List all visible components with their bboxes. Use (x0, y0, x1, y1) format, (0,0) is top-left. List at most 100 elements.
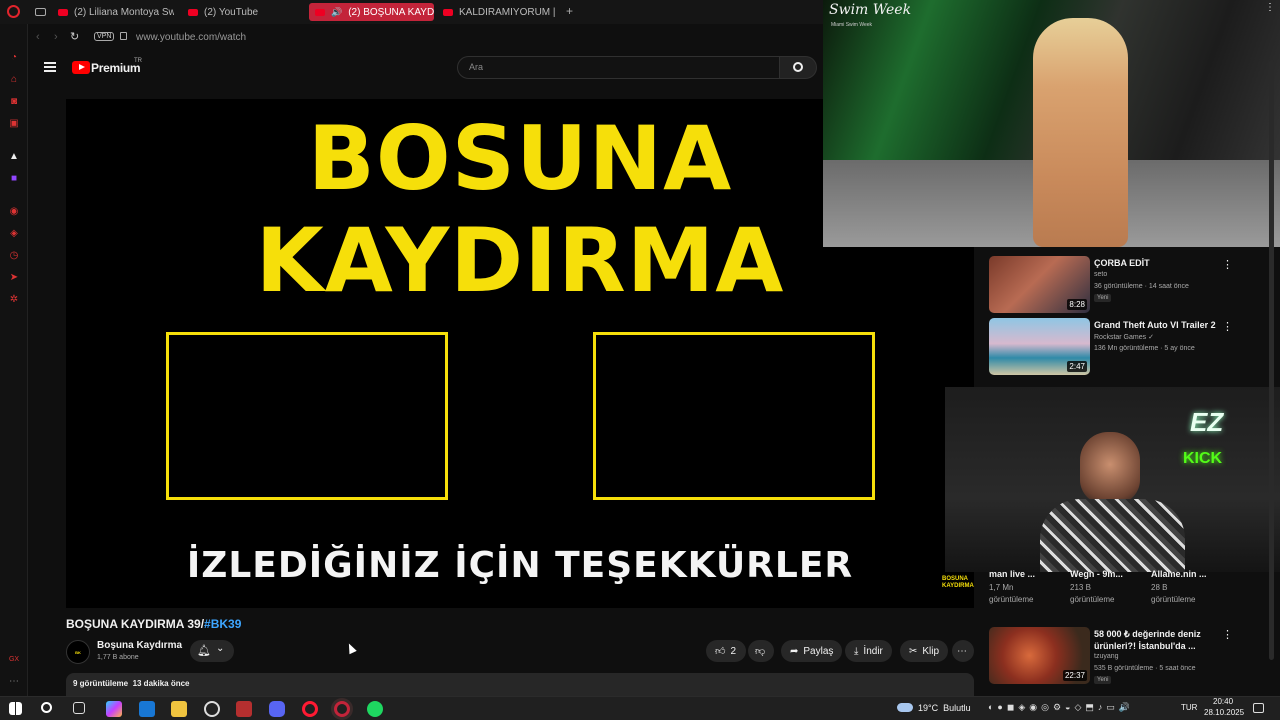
tiktok-icon[interactable]: ▲ (8, 151, 20, 163)
url-text[interactable]: www.youtube.com/watch (136, 32, 246, 43)
premium-logo[interactable]: Premium (91, 61, 141, 75)
youtube-icon (188, 8, 198, 16)
clip-button[interactable]: ✂ Klip (900, 640, 949, 662)
mail-icon[interactable]: ▣ (8, 118, 20, 130)
clock-date[interactable]: 28.10.2025 (1204, 708, 1244, 717)
shorts-title-1[interactable]: man live ... (989, 569, 1035, 579)
bell-icon: 🔔︎ (197, 645, 211, 657)
tray-icons[interactable]: ◐●◼◈◉◎⚙◒◇⬒♪▭🔊 (988, 702, 1134, 713)
aria-icon[interactable]: ◔ (8, 52, 20, 64)
more-actions-button[interactable]: ⋯ (952, 640, 974, 662)
weather-text[interactable]: 19°C Bulutlu (918, 703, 971, 713)
spotify-icon[interactable] (367, 701, 383, 717)
like-button[interactable]: 👍︎ 2 (706, 640, 746, 662)
related-thumb-2[interactable]: 2:47 (989, 318, 1090, 375)
related-thumb-3[interactable]: 22:37 (989, 627, 1090, 684)
kick-app-icon[interactable] (236, 701, 252, 717)
view-stats: 9 görüntüleme 13 dakika önce (73, 679, 190, 688)
share-button[interactable]: ➦ Paylaş (781, 640, 843, 662)
kick-neon-logo: KICK (1183, 450, 1223, 467)
more-icon: ⋯ (957, 645, 967, 657)
vpn-badge[interactable]: VPN (94, 32, 115, 41)
channel-watermark[interactable]: BOSUNA KAYDIRMA (942, 576, 974, 590)
task-view-icon[interactable] (73, 702, 85, 714)
thumbs-up-icon: 👍︎ (715, 646, 726, 657)
outlook-icon[interactable] (139, 701, 155, 717)
search-button[interactable] (779, 56, 817, 79)
channel-name[interactable]: Boşuna Kaydırma (97, 640, 182, 651)
related-title-3[interactable]: 58 000 ₺ değerinde deniz ürünleri?! İsta… (1094, 628, 1216, 652)
video-thanks-text: İZLEDİĞİNİZ İÇİN TEŞEKKÜRLER (186, 545, 854, 586)
tab-youtube[interactable]: (2) YouTube (182, 3, 302, 21)
opera-active-icon[interactable] (334, 701, 350, 717)
weather-icon[interactable] (897, 703, 913, 712)
notification-icon[interactable] (1253, 703, 1264, 713)
new-tab-button[interactable]: + (566, 5, 578, 17)
related-channel-2[interactable]: Rockstar Games ✓ (1094, 333, 1154, 341)
opera-logo-icon[interactable] (7, 5, 20, 18)
file-explorer-icon[interactable] (171, 701, 187, 717)
messenger-icon[interactable]: ◙ (8, 96, 20, 108)
shorts-title-2[interactable]: Wegn - 9m... (1070, 569, 1123, 579)
clock-time[interactable]: 20:40 (1213, 697, 1233, 706)
tab-kaldiramiyorum[interactable]: KALDIRAMIYORUM | Mad (437, 3, 557, 21)
scrollbar[interactable] (1269, 60, 1274, 660)
end-screen-box-right[interactable] (593, 332, 875, 500)
menu-icon[interactable] (44, 62, 56, 72)
settings-icon[interactable]: ✲ (8, 294, 20, 306)
player-icon[interactable]: ◉ (8, 206, 20, 218)
picture-in-picture-video[interactable]: Swim Week Miami Swim Week ⋮ (823, 0, 1280, 247)
channel-avatar[interactable]: BK (66, 640, 90, 664)
related-menu-icon-2[interactable]: ⋮ (1222, 320, 1233, 333)
twitch-icon[interactable]: ■ (8, 173, 20, 185)
bag-icon[interactable]: ⌂ (8, 74, 20, 86)
subscriber-count: 1,77 B abone (97, 654, 139, 661)
reload-icon[interactable]: ↻ (70, 30, 79, 43)
discord-icon[interactable] (269, 701, 285, 717)
chevron-down-icon: ⌄ (216, 643, 225, 654)
pin-icon[interactable]: ◈ (8, 228, 20, 240)
related-menu-icon-3[interactable]: ⋮ (1222, 628, 1233, 641)
back-icon[interactable]: ‹ (36, 31, 40, 43)
speaker-icon[interactable]: 🔊 (331, 7, 342, 18)
tab-liliana[interactable]: (2) Liliana Montoya Swimw (52, 3, 174, 21)
download-button[interactable]: ⤓ İndir (845, 640, 892, 662)
search-input[interactable]: Ara (457, 56, 780, 79)
region-label: TR (134, 58, 142, 64)
windows-taskbar: 19°C Bulutlu ◐●◼◈◉◎⚙◒◇⬒♪▭🔊 TUR 20:40 28.… (0, 696, 1280, 720)
search-placeholder: Ara (469, 62, 484, 72)
related-meta-1: 36 görüntüleme · 14 saat önce (1094, 283, 1189, 290)
gx-icon[interactable]: GX (8, 654, 20, 666)
new-badge: Yeni (1094, 676, 1112, 684)
streamer-head (1080, 432, 1140, 504)
windows-start-icon[interactable] (9, 702, 22, 715)
shorts-views-1: 1,7 Mn görüntüleme (989, 583, 1034, 604)
dislike-button[interactable]: 👎︎ (748, 640, 774, 662)
pip-close-icon[interactable]: ⋮ (1265, 2, 1275, 13)
scissors-icon: ✂ (909, 645, 918, 657)
description-box[interactable]: 9 görüntüleme 13 dakika önce (66, 673, 974, 696)
related-title-2[interactable]: Grand Theft Auto VI Trailer 2 (1094, 320, 1216, 330)
copilot-icon[interactable] (106, 701, 122, 717)
history-icon[interactable]: ◷ (8, 250, 20, 262)
related-channel-3[interactable]: tzuyang (1094, 653, 1119, 660)
youtube-logo-icon[interactable] (72, 61, 90, 74)
shorts-title-3[interactable]: Allame.nin ... (1151, 569, 1207, 579)
address-bar-row: ‹ › ↻ VPN www.youtube.com/watch (28, 24, 823, 52)
related-thumb-1[interactable]: 8:28 (989, 256, 1090, 313)
language-indicator[interactable]: TUR (1181, 703, 1197, 712)
related-title-1[interactable]: ÇORBA EDİT (1094, 258, 1150, 268)
related-menu-icon-1[interactable]: ⋮ (1222, 258, 1233, 271)
more-icon[interactable]: ⋯ (8, 676, 20, 688)
send-icon[interactable]: ➤ (8, 272, 20, 284)
search-icon[interactable] (41, 702, 52, 713)
opera-gx-icon[interactable] (302, 701, 318, 717)
end-screen-box-left[interactable] (166, 332, 448, 500)
related-channel-1[interactable]: seto (1094, 271, 1107, 278)
subscribe-bell-button[interactable]: 🔔︎ ⌄ (190, 640, 234, 662)
hashtag-link[interactable]: #BK39 (204, 617, 241, 631)
obs-icon[interactable] (204, 701, 220, 717)
tab-bosuna-kaydirma[interactable]: 🔊(2) BOŞUNA KAYDIRMA (309, 3, 434, 21)
forward-icon[interactable]: › (54, 31, 58, 43)
tab-manager-icon[interactable] (35, 8, 46, 16)
